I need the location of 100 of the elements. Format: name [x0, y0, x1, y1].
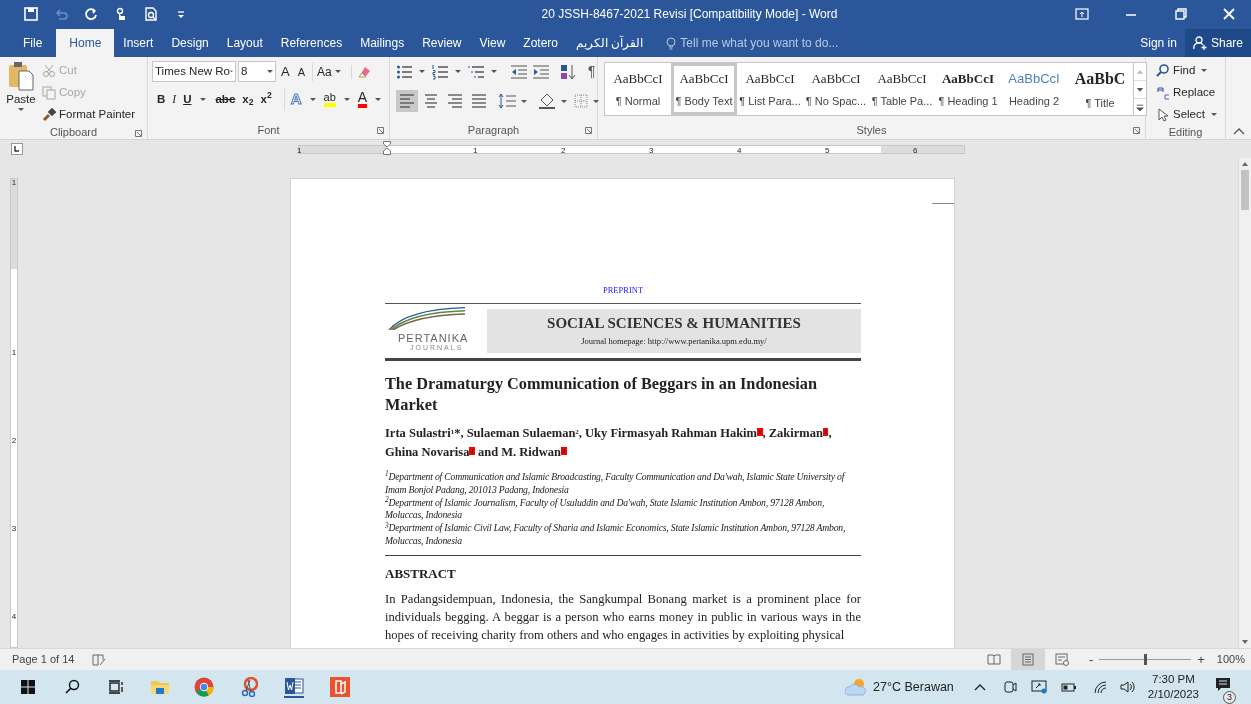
- ribbon-display-icon[interactable]: [1075, 7, 1089, 20]
- folder-icon[interactable]: [150, 678, 170, 696]
- align-left-icon[interactable]: [396, 90, 418, 112]
- search-icon[interactable]: [64, 679, 80, 695]
- vertical-scrollbar[interactable]: [1238, 158, 1251, 648]
- editing-replace-button[interactable]: Replace: [1156, 83, 1217, 102]
- indent-marker-icon[interactable]: [383, 140, 391, 155]
- hand-icon[interactable]: [114, 6, 128, 21]
- group-label: Font: [257, 122, 280, 138]
- chevron-up-icon[interactable]: [973, 683, 986, 691]
- format-sub-button[interactable]: x$_{2}$: [241, 90, 255, 108]
- ribbon-tab[interactable]: Home: [56, 29, 115, 57]
- line-spacing-icon[interactable]: [498, 93, 516, 109]
- notification-icon[interactable]: [1215, 676, 1231, 693]
- style-tile[interactable]: AaBbCcI ¶ Body Text: [671, 63, 737, 115]
- format-italic-button[interactable]: I: [171, 90, 178, 108]
- clock[interactable]: 7:30 PM 2/10/2023: [1147, 672, 1199, 702]
- style-tile[interactable]: AaBbC ¶ Title: [1067, 63, 1133, 115]
- screen-share-icon[interactable]: [1030, 680, 1047, 694]
- add-person-icon: [1192, 36, 1207, 50]
- clipboard-painter-button[interactable]: Format Painter: [42, 105, 136, 124]
- show-formatting-marks-button[interactable]: ¶: [588, 61, 596, 82]
- editing-select-button[interactable]: Select: [1156, 105, 1217, 124]
- decrease-indent-icon[interactable]: [510, 64, 528, 79]
- ribbon-tab[interactable]: Zotero: [514, 29, 567, 57]
- ruler-number: 4: [737, 145, 742, 155]
- format-underline-button[interactable]: U: [182, 90, 193, 108]
- windows-start-icon[interactable]: [20, 679, 36, 695]
- dialog-launcher-icon[interactable]: [135, 130, 142, 137]
- repeat-icon[interactable]: [84, 6, 98, 21]
- pdf-app-icon[interactable]: [330, 677, 350, 697]
- increase-indent-icon[interactable]: [532, 64, 550, 79]
- ribbon-tab[interactable]: Review: [413, 29, 471, 57]
- shading-icon[interactable]: [538, 93, 556, 109]
- editing-find-button[interactable]: Find: [1156, 61, 1217, 80]
- dialog-launcher-icon[interactable]: [377, 127, 384, 134]
- zoom-out-button[interactable]: -: [1088, 649, 1094, 670]
- battery-icon[interactable]: [1060, 681, 1077, 693]
- style-tile[interactable]: AaBbCcI ¶ Table Pa...: [869, 63, 935, 115]
- scissors-icon: [42, 63, 56, 78]
- zoom-slider-thumb[interactable]: [1144, 654, 1148, 665]
- style-tile[interactable]: AaBbCcI ¶ Normal: [605, 63, 671, 115]
- ribbon-tab[interactable]: القرآن الكريم: [567, 29, 653, 57]
- browser-icon[interactable]: [194, 677, 214, 697]
- format-bold-button[interactable]: B: [156, 90, 167, 108]
- style-tile[interactable]: AaBbCcI ¶ No Spac...: [803, 63, 869, 115]
- task-view-icon[interactable]: [108, 679, 124, 695]
- snipping-tool-icon[interactable]: [240, 677, 258, 697]
- share-button[interactable]: Share: [1184, 29, 1251, 57]
- highlight-color-button[interactable]: ab: [323, 91, 336, 108]
- numbering-icon[interactable]: [432, 63, 448, 80]
- close-icon[interactable]: [1223, 7, 1235, 20]
- speaker-icon[interactable]: [1119, 680, 1136, 694]
- font-size-field[interactable]: 8: [238, 61, 276, 82]
- change-case-button[interactable]: Aa: [312, 62, 345, 81]
- tab-stop-selector-icon[interactable]: [11, 143, 23, 155]
- style-tile[interactable]: AaBbCcI ¶ List Para...: [737, 63, 803, 115]
- shrink-font-button[interactable]: A: [294, 62, 308, 81]
- collapse-ribbon-icon[interactable]: [1233, 127, 1245, 135]
- style-tile[interactable]: AaBbCcI Heading 2: [1001, 63, 1067, 115]
- weather-text[interactable]: 27°C Berawan: [873, 677, 954, 697]
- format-sup-button[interactable]: x$^{2}$: [259, 90, 273, 108]
- bullets-icon[interactable]: [396, 63, 412, 80]
- zoom-in-button[interactable]: +: [1197, 649, 1205, 670]
- clipboard-icon: [8, 61, 34, 91]
- font-name-field[interactable]: Times New Ro: [152, 61, 236, 82]
- proofing-icon[interactable]: [92, 653, 107, 666]
- group-label: Paragraph: [467, 122, 520, 138]
- paste-button[interactable]: Paste: [4, 61, 38, 124]
- font-color-button[interactable]: A: [357, 90, 368, 109]
- ribbon-tab[interactable]: Layout: [217, 29, 272, 57]
- ribbon-tab[interactable]: Mailings: [351, 29, 414, 57]
- style-tile[interactable]: AaBbCcI ¶ Heading 1: [935, 63, 1001, 115]
- grow-font-button[interactable]: A: [278, 61, 293, 82]
- replace-icon: [1156, 85, 1170, 100]
- ribbon-tab[interactable]: References: [271, 29, 352, 57]
- format-strike-button[interactable]: abc: [214, 90, 237, 108]
- cursor-icon: [1156, 107, 1170, 122]
- ribbon-tab[interactable]: Insert: [114, 29, 163, 57]
- lightbulb-icon: [666, 36, 677, 50]
- ribbon-tab[interactable]: Design: [162, 29, 218, 57]
- dialog-launcher-icon[interactable]: [585, 127, 592, 134]
- clear-formatting-icon[interactable]: [350, 64, 372, 79]
- word-app-icon[interactable]: [284, 676, 304, 698]
- scrollbar-thumb[interactable]: [1241, 170, 1249, 210]
- multilevel-list-icon[interactable]: [468, 63, 484, 80]
- zoom-slider[interactable]: [1099, 654, 1192, 665]
- meet-camera-icon[interactable]: [1002, 680, 1017, 694]
- print-preview-icon[interactable]: [144, 6, 158, 21]
- ruler-number: 3: [649, 145, 654, 155]
- sign-in-link[interactable]: Sign in: [1132, 29, 1185, 57]
- dialog-launcher-icon[interactable]: [1133, 127, 1140, 134]
- ribbon-tab[interactable]: File: [14, 29, 52, 57]
- save-icon[interactable]: [24, 6, 38, 21]
- sort-icon[interactable]: [560, 63, 576, 80]
- restore-icon[interactable]: [1175, 7, 1187, 20]
- ruler-number: 2: [11, 437, 17, 445]
- wifi-icon[interactable]: [1092, 680, 1107, 694]
- tell-me-field[interactable]: Tell me what you want to do...: [666, 29, 861, 57]
- ribbon-tab[interactable]: View: [470, 29, 515, 57]
